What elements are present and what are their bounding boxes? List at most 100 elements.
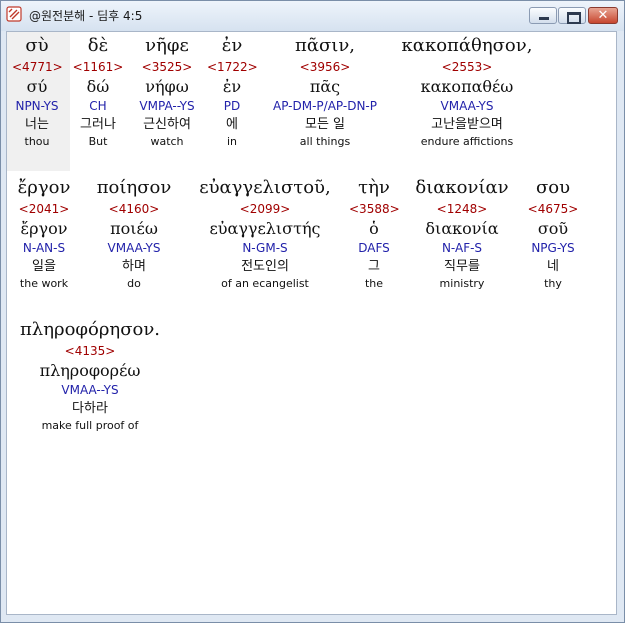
strong-number: <1722> [207,60,258,74]
word-column[interactable]: ἐν <1722> ἐν PD 에 in [207,34,258,150]
korean-gloss: 하며 [122,259,146,274]
korean-gloss: 일을 [32,259,56,274]
korean-gloss: 너는 [25,117,49,132]
korean-gloss: 전도인의 [241,259,289,274]
english-gloss: thy [544,277,562,290]
greek-word: δὲ [87,35,109,56]
greek-word: τὴν [358,177,390,198]
parse-code: VMAA--YS [61,383,119,397]
english-gloss: thou [24,135,50,148]
lemma: πᾶς [309,77,341,96]
english-gloss: endure affictions [420,135,514,148]
strong-number: <3956> [299,60,351,74]
greek-word: σου [535,177,571,198]
strong-number: <3588> [349,202,400,216]
word-column[interactable]: εὐαγγελιστοῦ, <2099> εὐαγγελιστής N-GM-S… [185,176,345,292]
strong-number: <4160> [108,202,160,216]
parse-code: NPN-YS [15,99,59,113]
lemma: ὁ [369,219,379,238]
english-gloss: in [226,135,238,148]
english-gloss: ministry [439,277,485,290]
strong-number: <4135> [64,344,116,358]
greek-word: σὺ [25,35,49,56]
close-button[interactable]: ✕ [588,7,618,24]
word-analysis-panel[interactable]: σὺ <4771> σύ NPN-YS 너는 thou δὲ <1161> δώ… [6,31,617,615]
word-column[interactable]: ἔργον <2041> ἔργον N-AN-S 일을 the work [9,176,79,292]
korean-gloss: 다하라 [72,401,108,416]
greek-word: ποίησον [96,177,172,198]
english-gloss: all things [299,135,351,148]
word-column[interactable]: δὲ <1161> δώ CH 그러나 But [71,34,125,150]
word-column[interactable]: σὺ <4771> σύ NPN-YS 너는 thou [12,34,63,150]
greek-word: διακονίαν [415,177,509,198]
parse-code: N-AN-S [22,241,66,255]
strong-number: <1248> [436,202,488,216]
main-window: @원전분해 - 딤후 4:5 ✕ σὺ <4771> σύ NPN-YS 너는 … [0,0,625,623]
lemma: σοῦ [537,219,569,238]
english-gloss: of an ecangelist [221,277,309,290]
close-icon: ✕ [597,8,609,23]
lemma: πληροφορέω [39,361,141,380]
word-column[interactable]: ποίησον <4160> ποιέω VMAA-YS 하며 do [89,176,179,292]
lemma: σύ [26,77,48,96]
lemma: νήφω [145,77,189,96]
korean-gloss: 직무를 [444,259,480,274]
korean-gloss: 네 [547,259,559,274]
word-column[interactable]: πληροφόρησον. <4135> πληροφορέω VMAA--YS… [10,318,170,434]
parse-code: VMAA-YS [107,241,161,255]
word-column[interactable]: διακονίαν <1248> διακονία N-AF-S 직무를 min… [407,176,517,292]
korean-gloss: 고난을받으며 [431,117,503,132]
maximize-button[interactable] [558,7,586,24]
parse-code: DAFS [358,241,390,255]
greek-word: νῆφε [145,35,189,56]
word-column[interactable]: νῆφε <3525> νήφω VMPA--YS 근신하여 watch [132,34,202,150]
lemma: ἔργον [20,219,68,238]
strong-number: <3525> [141,60,193,74]
strong-number: <1161> [72,60,124,74]
english-gloss: make full proof of [41,419,139,432]
app-icon [6,6,22,22]
minimize-button[interactable] [529,7,557,24]
korean-gloss: 근신하여 [143,117,191,132]
parse-code: PD [223,99,241,113]
maximize-icon [567,12,581,24]
english-gloss: But [88,135,108,148]
strong-number: <2041> [18,202,70,216]
lemma: διακονία [425,219,499,238]
word-column[interactable]: κακοπάθησον, <2553> κακοπαθέω VMAA-YS 고난… [397,34,537,150]
greek-word: ἐν [221,35,243,56]
greek-word: πᾶσιν, [295,35,355,56]
english-gloss: do [127,277,141,290]
greek-word: πληροφόρησον. [19,319,161,340]
greek-word: κακοπάθησον, [401,35,533,56]
lemma: κακοπαθέω [420,77,514,96]
window-title: @원전분해 - 딤후 4:5 [29,9,143,23]
english-gloss: watch [150,135,184,148]
lemma: ἐν [222,77,242,96]
lemma: ποιέω [110,219,158,238]
word-column[interactable]: τὴν <3588> ὁ DAFS 그 the [349,176,400,292]
strong-number: <2099> [239,202,291,216]
strong-number: <2553> [441,60,493,74]
parse-code: AP-DM-P/AP-DN-P [272,99,377,113]
strong-number: <4675> [527,202,579,216]
greek-word: εὐαγγελιστοῦ, [199,177,331,198]
english-gloss: the [364,277,384,290]
korean-gloss: 에 [226,117,238,132]
parse-code: N-AF-S [441,241,483,255]
parse-code: N-GM-S [242,241,288,255]
parse-code: CH [89,99,107,113]
word-column[interactable]: πᾶσιν, <3956> πᾶς AP-DM-P/AP-DN-P 모든 일 a… [265,34,385,150]
parse-code: VMPA--YS [139,99,195,113]
parse-code: NPG-YS [531,241,575,255]
greek-word: ἔργον [17,177,71,198]
strong-number: <4771> [12,60,63,74]
korean-gloss: 모든 일 [304,117,345,132]
korean-gloss: 그러나 [80,117,116,132]
word-column[interactable]: σου <4675> σοῦ NPG-YS 네 thy [522,176,584,292]
lemma: δώ [86,77,110,96]
lemma: εὐαγγελιστής [209,219,321,238]
title-bar[interactable]: @원전분해 - 딤후 4:5 ✕ [1,1,624,31]
english-gloss: the work [19,277,69,290]
korean-gloss: 그 [368,259,380,274]
